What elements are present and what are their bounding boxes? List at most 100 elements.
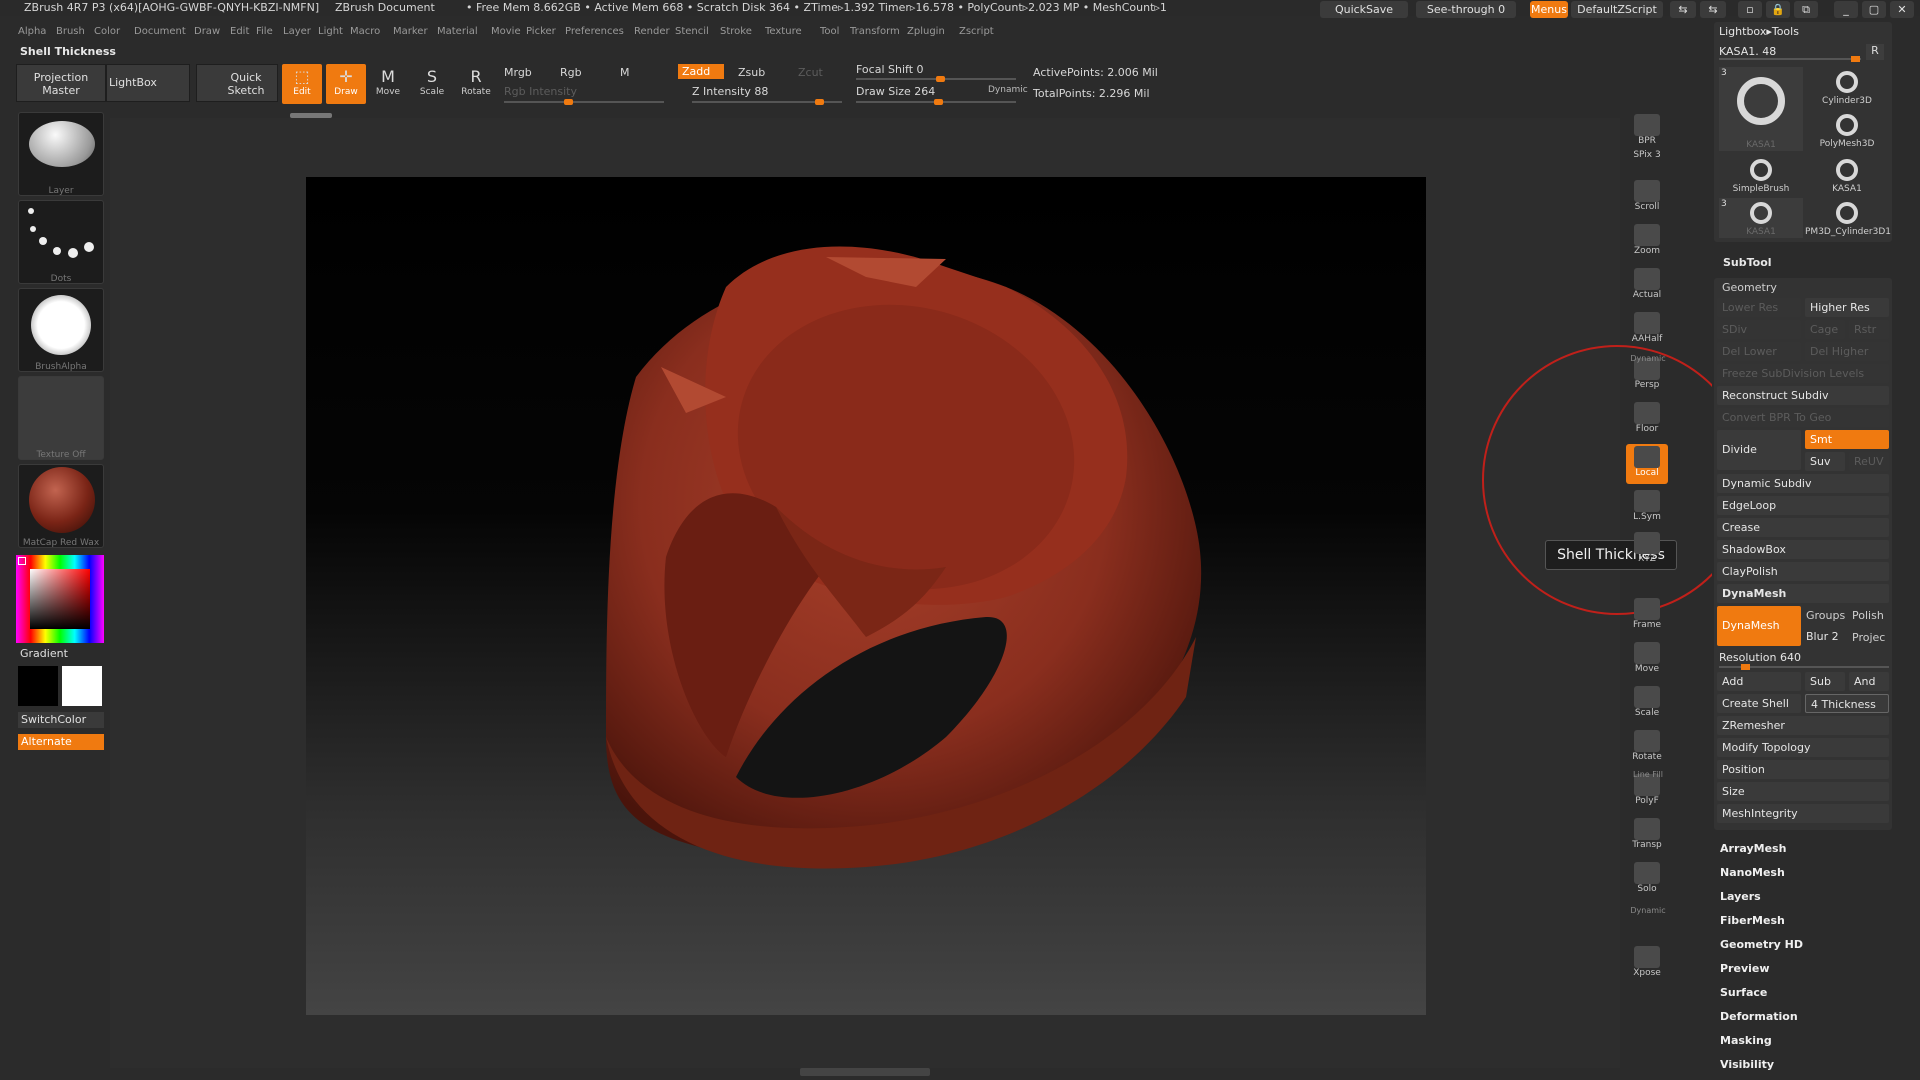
restore-icon[interactable]: ⧉ xyxy=(1794,1,1818,18)
menu-item-light[interactable]: Light xyxy=(318,26,343,37)
shelf-frame-button[interactable]: Frame xyxy=(1626,596,1668,636)
maximize-icon[interactable]: ▢ xyxy=(1862,1,1886,18)
tool-thumbnail[interactable]: KASA1 xyxy=(1805,155,1889,195)
r-button[interactable]: R xyxy=(1866,44,1884,60)
edgeloop-section[interactable]: EdgeLoop xyxy=(1717,496,1889,515)
dynamesh-button[interactable]: DynaMesh xyxy=(1717,606,1801,646)
convert-bpr-button[interactable]: Convert BPR To Geo xyxy=(1717,408,1889,427)
reuv-toggle[interactable]: ReUV xyxy=(1849,452,1889,471)
menu-item-edit[interactable]: Edit xyxy=(230,26,249,37)
tool-thumbnail[interactable]: KASA1 3 xyxy=(1719,198,1803,238)
del-higher-button[interactable]: Del Higher xyxy=(1805,342,1889,361)
section-layers[interactable]: Layers xyxy=(1720,890,1761,903)
rotate-mode-button[interactable]: R Rotate xyxy=(456,64,496,104)
dynamic-size-button[interactable]: Dynamic xyxy=(988,85,1028,95)
menu-item-document[interactable]: Document xyxy=(134,26,186,37)
section-nanomesh[interactable]: NanoMesh xyxy=(1720,866,1785,879)
quick-sketch-button[interactable]: Quick Sketch xyxy=(196,64,278,102)
resolution-knob[interactable] xyxy=(1741,664,1750,670)
viewport-canvas[interactable] xyxy=(306,177,1426,1015)
blur-slider[interactable]: Blur 2 xyxy=(1806,630,1839,643)
geometry-section[interactable]: Geometry xyxy=(1722,281,1777,294)
rgb-intensity-track[interactable] xyxy=(504,99,664,105)
shelf-rotate-button[interactable]: Rotate xyxy=(1626,728,1668,768)
crease-section[interactable]: Crease xyxy=(1717,518,1889,537)
quicksave-button[interactable]: QuickSave xyxy=(1320,1,1408,18)
menu-item-draw[interactable]: Draw xyxy=(194,26,220,37)
secondary-color-swatch[interactable] xyxy=(62,666,102,706)
default-zscript-button[interactable]: DefaultZScript xyxy=(1571,1,1663,18)
menu-item-render[interactable]: Render xyxy=(634,26,670,37)
zcut-button[interactable]: Zcut xyxy=(798,66,823,79)
section-surface[interactable]: Surface xyxy=(1720,986,1767,999)
see-through-slider[interactable]: See-through 0 xyxy=(1416,1,1516,18)
resolution-track[interactable] xyxy=(1719,664,1889,670)
menu-item-zplugin[interactable]: Zplugin xyxy=(907,26,945,37)
draw-size-track[interactable] xyxy=(856,99,1016,105)
scroll-handle[interactable] xyxy=(290,113,332,118)
m-button[interactable]: M xyxy=(620,66,630,79)
menu-item-macro[interactable]: Macro xyxy=(350,26,380,37)
dynamesh-section[interactable]: DynaMesh xyxy=(1717,584,1889,603)
section-deformation[interactable]: Deformation xyxy=(1720,1010,1798,1023)
move-mode-button[interactable]: M Move xyxy=(368,64,408,104)
tool-thumbnail[interactable]: KASA1 3 xyxy=(1719,67,1803,151)
tool-panel-header[interactable]: Lightbox▸Tools xyxy=(1719,25,1799,38)
material-thumbnail[interactable]: MatCap Red Wax xyxy=(18,464,104,548)
menu-item-brush[interactable]: Brush xyxy=(56,26,85,37)
section-visibility[interactable]: Visibility xyxy=(1720,1058,1774,1071)
menu-item-stencil[interactable]: Stencil xyxy=(675,26,709,37)
section-fibermesh[interactable]: FiberMesh xyxy=(1720,914,1785,927)
position-section[interactable]: Position xyxy=(1717,760,1889,779)
menu-item-alpha[interactable]: Alpha xyxy=(18,26,46,37)
bottom-shelf-handle[interactable] xyxy=(800,1068,930,1076)
mrgb-button[interactable]: Mrgb xyxy=(504,66,532,79)
zadd-button[interactable]: Zadd xyxy=(678,64,725,79)
focal-shift-slider[interactable]: Focal Shift 0 xyxy=(856,63,924,76)
section-preview[interactable]: Preview xyxy=(1720,962,1770,975)
groups-toggle[interactable]: Groups xyxy=(1806,609,1845,622)
close-icon[interactable]: ✕ xyxy=(1890,1,1914,18)
draw-size-knob[interactable] xyxy=(934,99,943,105)
z-intensity-track[interactable] xyxy=(692,99,842,105)
shelf-floor-button[interactable]: Floor xyxy=(1626,400,1668,440)
edit-mode-button[interactable]: ⬚ Edit xyxy=(282,64,322,104)
lower-res-button[interactable]: Lower Res xyxy=(1717,298,1801,317)
menu-item-file[interactable]: File xyxy=(256,26,273,37)
shelf-move-button[interactable]: Move xyxy=(1626,640,1668,680)
ring-model[interactable] xyxy=(306,177,1426,1015)
shelf-xyz-button[interactable]: XYZ xyxy=(1626,530,1668,570)
smt-toggle[interactable]: Smt xyxy=(1805,430,1889,449)
menu-item-preferences[interactable]: Preferences xyxy=(565,26,624,37)
alternate-button[interactable]: Alternate xyxy=(18,734,104,750)
lightbox-button[interactable]: LightBox xyxy=(106,64,190,102)
shelf-spix-3-button[interactable]: SPix 3 xyxy=(1626,150,1668,168)
menu-item-stroke[interactable]: Stroke xyxy=(720,26,752,37)
rgb-button[interactable]: Rgb xyxy=(560,66,582,79)
shelf-solo-button[interactable]: Solo xyxy=(1626,860,1668,900)
menu-item-picker[interactable]: Picker xyxy=(526,26,556,37)
shelf-zoom-button[interactable]: Zoom xyxy=(1626,222,1668,262)
projection-master-button[interactable]: Projection Master xyxy=(16,64,106,102)
menu-item-transform[interactable]: Transform xyxy=(850,26,900,37)
shelf-aahalf-button[interactable]: AAHalf xyxy=(1626,310,1668,350)
resolution-slider[interactable]: Resolution 640 xyxy=(1719,651,1801,664)
lock-icon[interactable]: 🔒 xyxy=(1766,1,1790,18)
z-intensity-slider[interactable]: Z Intensity 88 xyxy=(692,85,768,98)
menu-item-layer[interactable]: Layer xyxy=(283,26,311,37)
current-tool-name[interactable]: KASA1. 48 xyxy=(1719,45,1776,58)
section-arraymesh[interactable]: ArrayMesh xyxy=(1720,842,1786,855)
del-lower-button[interactable]: Del Lower xyxy=(1717,342,1801,361)
primary-color-swatch[interactable] xyxy=(18,666,58,706)
modify-topology-section[interactable]: Modify Topology xyxy=(1717,738,1889,757)
tool-thumbnail[interactable]: PolyMesh3D xyxy=(1805,110,1889,150)
meshintegrity-section[interactable]: MeshIntegrity xyxy=(1717,804,1889,823)
shelf-local-button[interactable]: Local xyxy=(1626,444,1668,484)
rstr-button[interactable]: Rstr xyxy=(1849,320,1889,339)
shelf-xpose-button[interactable]: Xpose xyxy=(1626,944,1668,984)
scale-mode-button[interactable]: S Scale xyxy=(412,64,452,104)
dynamic-subdiv-section[interactable]: Dynamic Subdiv xyxy=(1717,474,1889,493)
stroke-thumbnail[interactable]: Dots xyxy=(18,200,104,284)
menu-item-color[interactable]: Color xyxy=(94,26,120,37)
section-geometry-hd[interactable]: Geometry HD xyxy=(1720,938,1803,951)
